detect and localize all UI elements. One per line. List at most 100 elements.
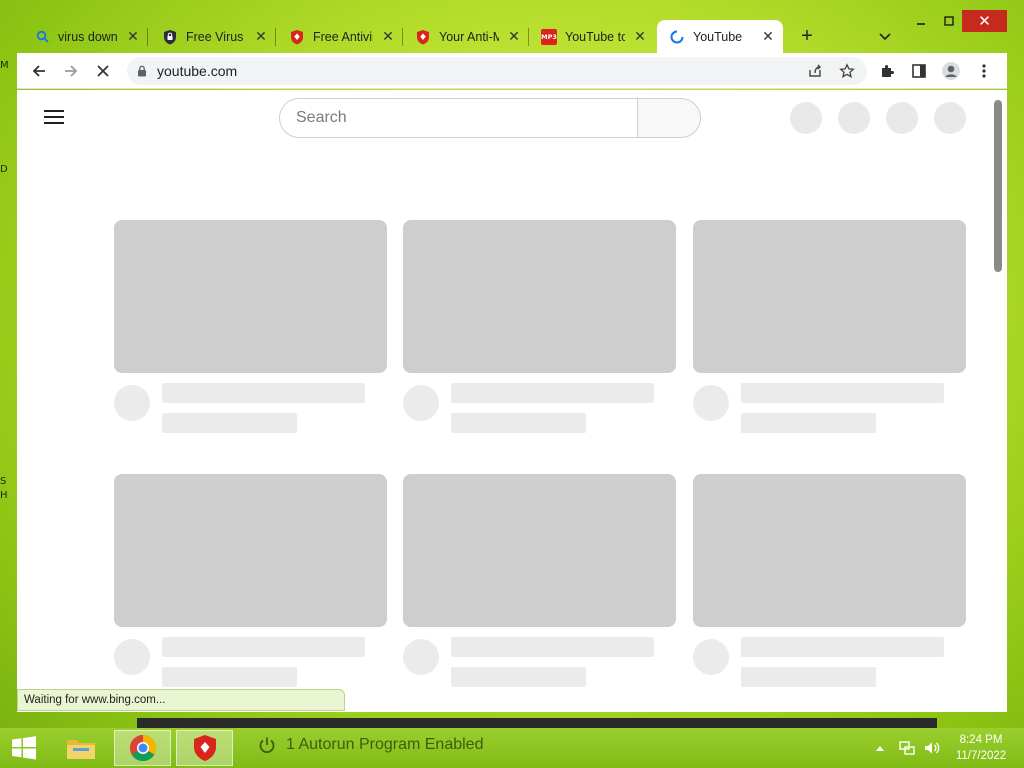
minimize-button[interactable]	[910, 10, 932, 32]
tab-youtube[interactable]: YouTube ✕	[657, 20, 783, 53]
red-shield-icon	[289, 29, 305, 45]
system-clock[interactable]: 8:24 PM 11/7/2022	[950, 732, 1012, 764]
mp3-icon-label: MP3	[541, 32, 557, 41]
tab-close-icon[interactable]: ✕	[507, 28, 521, 45]
stop-loading-button[interactable]	[91, 59, 115, 83]
desktop-icon-label-fragment: M	[0, 60, 9, 71]
profile-avatar-icon[interactable]	[939, 59, 963, 83]
start-button[interactable]	[6, 730, 42, 766]
tab-separator	[275, 28, 276, 46]
browser-toolbar: youtube.com	[17, 53, 1007, 89]
show-hidden-icons-chevron-icon[interactable]	[870, 738, 890, 758]
tab-title: virus downl	[58, 29, 118, 44]
subtitle-placeholder	[451, 667, 586, 687]
forward-button[interactable]	[59, 59, 83, 83]
channel-avatar-placeholder	[403, 385, 439, 421]
red-shield-icon	[415, 29, 431, 45]
network-icon[interactable]	[895, 738, 919, 758]
share-icon[interactable]	[803, 59, 827, 83]
taskbar: 1 Autorun Program Enabled 8:24 PM 11/7/2…	[0, 728, 1024, 768]
thumbnail-placeholder	[693, 220, 966, 373]
extensions-puzzle-icon[interactable]	[875, 59, 899, 83]
kebab-menu-icon[interactable]	[972, 59, 996, 83]
video-card-skeleton	[693, 220, 966, 443]
subtitle-placeholder	[451, 413, 586, 433]
star-bookmark-icon[interactable]	[835, 59, 859, 83]
volume-icon[interactable]	[920, 738, 944, 758]
search-input[interactable]	[279, 98, 637, 138]
channel-avatar-placeholder	[403, 639, 439, 675]
back-button[interactable]	[27, 59, 51, 83]
tab-youtube-to-mp3[interactable]: MP3 YouTube to ✕	[529, 20, 655, 53]
file-explorer-taskbar-icon[interactable]	[60, 730, 102, 766]
maximize-button[interactable]	[938, 10, 960, 32]
search-icon	[34, 29, 50, 45]
vertical-scrollbar[interactable]	[994, 100, 1002, 272]
loading-spinner-icon	[669, 29, 685, 45]
browser-window: virus downl ✕ Free Virus F ✕ Free Antivi…	[17, 7, 1007, 712]
desktop-icon-label-fragment: H	[0, 490, 8, 501]
title-placeholder	[741, 637, 944, 657]
back-arrow-icon	[32, 65, 45, 77]
tab-title: YouTube to	[565, 29, 625, 44]
header-icon-placeholder	[790, 102, 822, 134]
url-text: youtube.com	[157, 63, 238, 79]
status-bubble: Waiting for www.bing.com...	[17, 689, 345, 711]
tab-your-anti-malware[interactable]: Your Anti-M ✕	[403, 20, 529, 53]
close-icon	[97, 65, 109, 77]
antivirus-taskbar-icon[interactable]	[176, 730, 233, 766]
desktop-icon-label-fragment: D	[0, 164, 8, 175]
title-placeholder	[741, 383, 944, 403]
channel-avatar-placeholder	[693, 639, 729, 675]
mp3-icon: MP3	[541, 28, 557, 45]
power-icon	[259, 737, 275, 754]
tab-close-icon[interactable]: ✕	[254, 28, 268, 45]
video-card-skeleton	[114, 220, 387, 443]
subtitle-placeholder	[162, 413, 297, 433]
thumbnail-placeholder	[114, 220, 387, 373]
thumbnail-placeholder	[403, 220, 676, 373]
chrome-taskbar-icon[interactable]	[114, 730, 171, 766]
chevron-down-icon[interactable]	[875, 26, 895, 46]
forward-arrow-icon	[65, 65, 78, 77]
subtitle-placeholder	[741, 413, 876, 433]
site-info-icon[interactable]	[137, 65, 147, 77]
tab-close-icon[interactable]: ✕	[126, 28, 140, 45]
title-placeholder	[451, 637, 654, 657]
tab-close-icon[interactable]: ✕	[381, 28, 395, 45]
clock-time: 8:24 PM	[959, 734, 1003, 746]
page-viewport	[17, 90, 1007, 712]
subtitle-placeholder	[741, 667, 876, 687]
tab-free-virus[interactable]: Free Virus F ✕	[150, 20, 276, 53]
channel-avatar-placeholder	[114, 639, 150, 675]
subtitle-placeholder	[162, 667, 297, 687]
tab-title: Your Anti-M	[439, 29, 499, 44]
autorun-notice: 1 Autorun Program Enabled	[258, 736, 483, 754]
thumbnail-placeholder	[114, 474, 387, 627]
header-icon-placeholder	[838, 102, 870, 134]
channel-avatar-placeholder	[114, 385, 150, 421]
shield-lock-icon	[162, 29, 178, 45]
tab-title: Free Antivir	[313, 29, 373, 44]
video-card-skeleton	[403, 474, 676, 697]
tab-close-icon[interactable]: ✕	[761, 28, 775, 45]
address-bar[interactable]: youtube.com	[127, 57, 867, 85]
video-card-skeleton	[403, 220, 676, 443]
thumbnail-placeholder	[403, 474, 676, 627]
side-panel-icon[interactable]	[907, 59, 931, 83]
new-tab-button[interactable]: +	[797, 26, 817, 46]
tab-close-icon[interactable]: ✕	[633, 28, 647, 45]
tab-title: Free Virus F	[186, 29, 246, 44]
channel-avatar-placeholder	[693, 385, 729, 421]
autorun-text: 1 Autorun Program Enabled	[286, 736, 484, 753]
tab-free-antivirus[interactable]: Free Antivir ✕	[277, 20, 403, 53]
title-placeholder	[162, 383, 365, 403]
search-button[interactable]	[637, 98, 701, 138]
hamburger-menu-icon[interactable]	[44, 110, 64, 126]
tab-virus-download[interactable]: virus downl ✕	[22, 20, 148, 53]
avatar-placeholder	[934, 102, 966, 134]
thumbnail-placeholder	[693, 474, 966, 627]
desktop-icon-label-fragment: S	[0, 476, 7, 487]
video-card-skeleton	[693, 474, 966, 697]
close-window-button[interactable]: ✕	[962, 10, 1007, 32]
